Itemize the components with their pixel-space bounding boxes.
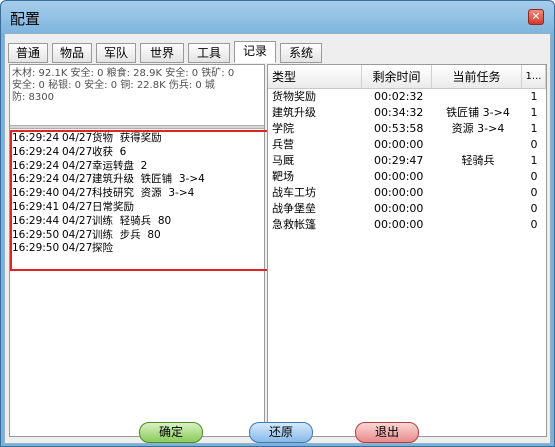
cell-remaining: 00:00:00 — [374, 218, 424, 231]
tab-records[interactable]: 记录 — [234, 41, 276, 63]
cell-type: 货物奖励 — [272, 90, 316, 103]
cell-remaining: 00:00:00 — [374, 202, 424, 215]
table-row[interactable]: 建筑升级 00:34:32 铁匠铺 3->4 1 — [268, 105, 546, 121]
tab-system[interactable]: 系统 — [280, 43, 322, 63]
cell-type: 建筑升级 — [272, 106, 316, 119]
client-area: 普通 物品 军队 世界 工具 记录 系统 木材: 92.1K 安全: 0 粮食:… — [4, 33, 551, 444]
quit-button[interactable]: 退出 — [355, 422, 419, 443]
cell-n: 1 — [530, 106, 538, 119]
cell-n: 0 — [530, 138, 538, 151]
tab-tools[interactable]: 工具 — [188, 43, 230, 63]
column-header-count[interactable]: 1... — [522, 65, 546, 89]
stats-line: 安全: 0 秘银: 0 安全: 0 铜: 22.8K 伤兵: 0 城 — [12, 80, 215, 91]
table-body: 货物奖励 00:02:32 1 建筑升级 00:34:32 铁匠铺 3->4 1 学院 00:5… — [268, 89, 546, 233]
table-row[interactable]: 急救帐篷 00:00:00 0 — [268, 217, 546, 233]
table-row[interactable]: 靶场 00:00:00 0 — [268, 169, 546, 185]
cell-remaining: 00:00:00 — [374, 186, 424, 199]
cell-remaining: 00:34:32 — [374, 106, 424, 119]
column-header-task[interactable]: 当前任务 — [432, 65, 522, 89]
cell-type: 兵营 — [272, 138, 294, 151]
log-highlight-box — [10, 130, 269, 271]
cell-n: 1 — [530, 154, 538, 167]
reset-button[interactable]: 还原 — [249, 422, 313, 443]
table-row[interactable]: 学院 00:53:58 资源 3->4 1 — [268, 121, 546, 137]
stats-line: 木材: 92.1K 安全: 0 粮食: 28.9K 安全: 0 铁矿: 0 — [12, 68, 235, 79]
cell-task: 资源 3->4 — [451, 122, 505, 135]
cell-n: 1 — [530, 122, 538, 135]
cell-remaining: 00:29:47 — [374, 154, 424, 167]
tab-general[interactable]: 普通 — [8, 43, 48, 63]
cell-n: 0 — [530, 202, 538, 215]
cell-type: 学院 — [272, 122, 294, 135]
table-header: 类型 剩余时间 当前任务 1... — [268, 65, 546, 89]
tab-world[interactable]: 世界 — [140, 43, 184, 63]
close-icon: ✕ — [531, 10, 541, 23]
config-window: 配置 ✕ 普通 物品 军队 世界 工具 记录 系统 木材: 92.1K 安全: … — [0, 0, 555, 447]
column-header-type[interactable]: 类型 — [268, 65, 362, 89]
table-row[interactable]: 战争堡垒 00:00:00 0 — [268, 201, 546, 217]
panel-splitter[interactable] — [10, 125, 264, 129]
close-button[interactable]: ✕ — [528, 9, 544, 25]
tab-items[interactable]: 物品 — [52, 43, 92, 63]
table-row[interactable]: 兵营 00:00:00 0 — [268, 137, 546, 153]
task-table: 类型 剩余时间 当前任务 1... 货物奖励 00:02:32 1 建筑升级 00:34… — [267, 64, 547, 437]
cell-remaining: 00:53:58 — [374, 122, 424, 135]
table-row[interactable]: 战车工坊 00:00:00 0 — [268, 185, 546, 201]
cell-remaining: 00:02:32 — [374, 90, 424, 103]
resource-stats: 木材: 92.1K 安全: 0 粮食: 28.9K 安全: 0 铁矿: 0 安全… — [12, 68, 262, 104]
ok-button[interactable]: 确定 — [139, 422, 203, 443]
table-row[interactable]: 马厩 00:29:47 轻骑兵 1 — [268, 153, 546, 169]
cell-type: 急救帐篷 — [272, 218, 316, 231]
cell-type: 马厩 — [272, 154, 294, 167]
cell-type: 战争堡垒 — [272, 202, 316, 215]
cell-n: 0 — [530, 218, 538, 231]
tab-army[interactable]: 军队 — [96, 43, 136, 63]
cell-remaining: 00:00:00 — [374, 138, 424, 151]
cell-n: 0 — [530, 170, 538, 183]
cell-n: 1 — [530, 90, 538, 103]
column-header-remaining[interactable]: 剩余时间 — [362, 65, 432, 89]
table-row[interactable]: 货物奖励 00:02:32 1 — [268, 89, 546, 105]
cell-type: 战车工坊 — [272, 186, 316, 199]
cell-n: 0 — [530, 186, 538, 199]
title-bar[interactable]: 配置 ✕ — [1, 1, 554, 33]
cell-type: 靶场 — [272, 170, 294, 183]
stats-line: 防: 8300 — [12, 92, 54, 103]
window-title: 配置 — [10, 10, 41, 28]
cell-remaining: 00:00:00 — [374, 170, 424, 183]
cell-task: 铁匠铺 3->4 — [446, 106, 510, 119]
cell-task: 轻骑兵 — [461, 154, 495, 167]
